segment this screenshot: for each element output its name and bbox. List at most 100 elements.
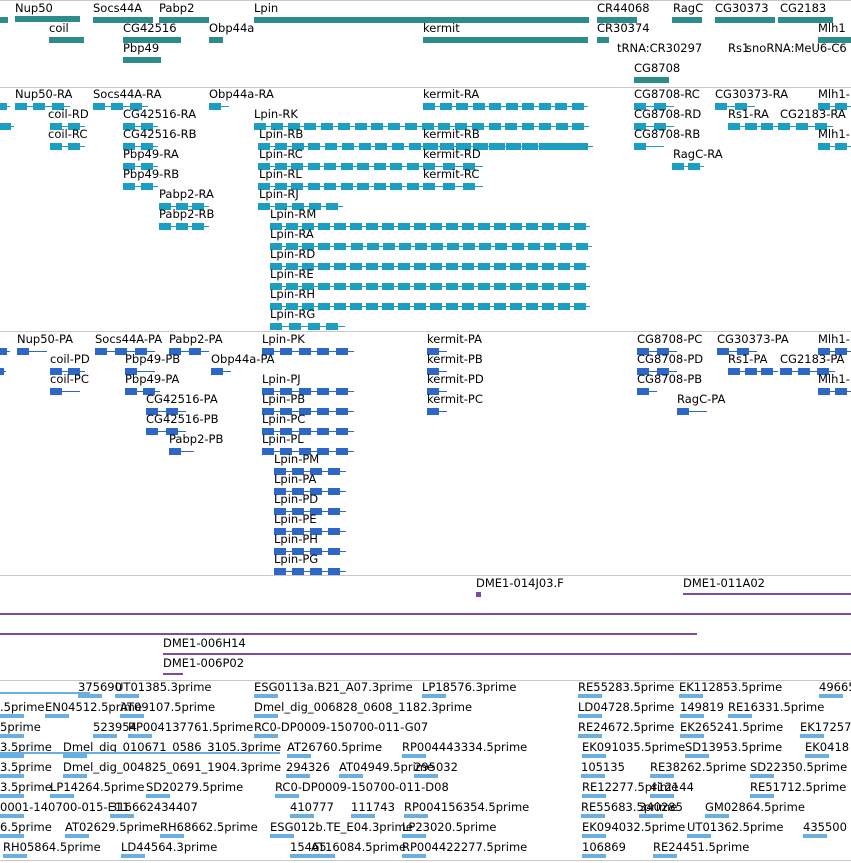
transcript-model-exon[interactable] [414, 283, 426, 290]
transcript-model-exon[interactable] [334, 283, 346, 290]
est-feature[interactable] [128, 734, 152, 738]
transcript-model-exon[interactable] [304, 123, 316, 130]
transcript-model-exon[interactable] [192, 223, 204, 230]
transcript-model-exon[interactable] [350, 303, 362, 310]
est-feature[interactable] [275, 794, 299, 798]
protein-model-exon[interactable] [310, 568, 322, 575]
transcript-model-exon[interactable] [835, 143, 847, 150]
protein-model-exon[interactable] [146, 428, 158, 435]
transcript-model-exon[interactable] [522, 103, 534, 110]
clone-014j03-marker[interactable] [476, 592, 481, 597]
transcript-model-exon[interactable] [398, 303, 410, 310]
protein-model-exon[interactable] [336, 428, 348, 435]
transcript-model-exon[interactable] [446, 303, 458, 310]
transcript-model-exon[interactable] [572, 103, 584, 110]
transcript-model-exon[interactable] [15, 103, 27, 110]
protein-model-exon[interactable] [317, 428, 329, 435]
est-feature[interactable] [339, 774, 363, 778]
est-feature[interactable] [650, 794, 674, 798]
transcript-model-exon[interactable] [526, 303, 538, 310]
protein-model-exon[interactable] [299, 348, 311, 355]
protein-model-exon[interactable] [780, 368, 792, 375]
gene-lpin[interactable] [254, 17, 589, 23]
est-feature[interactable] [414, 774, 438, 778]
transcript-model-exon[interactable] [382, 223, 394, 230]
transcript-model-exon[interactable] [374, 183, 386, 190]
transcript-model-exon[interactable] [478, 263, 490, 270]
transcript-model-exon[interactable] [778, 123, 790, 130]
transcript-model-exon[interactable] [334, 243, 346, 250]
transcript-model-exon[interactable] [350, 283, 362, 290]
clone-long-line-2[interactable] [0, 633, 697, 635]
est-feature[interactable] [639, 814, 663, 818]
transcript-model-exon[interactable] [33, 103, 45, 110]
est-feature[interactable] [402, 754, 426, 758]
transcript-model-exon[interactable] [446, 223, 458, 230]
transcript-model-exon[interactable] [462, 283, 474, 290]
transcript-model-exon[interactable] [398, 223, 410, 230]
protein-model-exon[interactable] [125, 388, 137, 395]
protein-model-exon[interactable] [835, 388, 847, 395]
transcript-model-exon[interactable] [761, 123, 773, 130]
est-feature[interactable] [65, 834, 89, 838]
transcript-model-exon[interactable] [672, 163, 684, 170]
est-feature[interactable] [0, 834, 24, 838]
transcript-model-exon[interactable] [342, 143, 354, 150]
transcript-model-exon[interactable] [495, 243, 507, 250]
transcript-model-exon[interactable] [334, 263, 346, 270]
est-feature[interactable] [578, 714, 602, 718]
protein-model-exon[interactable] [169, 448, 181, 455]
transcript-model-exon[interactable] [818, 143, 830, 150]
transcript-model-exon[interactable] [555, 143, 567, 150]
est-feature[interactable] [45, 714, 69, 718]
est-feature[interactable] [581, 814, 605, 818]
transcript-model-exon[interactable] [574, 303, 586, 310]
est-feature[interactable] [750, 774, 774, 778]
est-feature[interactable] [582, 834, 606, 838]
protein-model-exon[interactable] [317, 348, 329, 355]
transcript-model-exon[interactable] [308, 143, 320, 150]
gene-obp44a[interactable] [209, 37, 223, 43]
est-feature[interactable] [0, 814, 24, 818]
transcript-model-exon[interactable] [334, 303, 346, 310]
transcript-model-exon[interactable] [366, 303, 378, 310]
transcript-model-exon[interactable] [473, 103, 485, 110]
transcript-model-exon[interactable] [423, 103, 435, 110]
transcript-model-exon[interactable] [558, 283, 570, 290]
clone-011a02-line[interactable] [683, 593, 851, 595]
transcript-model-exon[interactable] [505, 123, 517, 130]
gene-cg8708[interactable] [634, 77, 669, 83]
transcript-model-exon[interactable] [355, 123, 367, 130]
transcript-model-exon[interactable] [574, 223, 586, 230]
est-feature[interactable] [679, 694, 703, 698]
transcript-model-exon[interactable] [367, 243, 379, 250]
transcript-model-exon[interactable] [399, 243, 411, 250]
transcript-model-exon[interactable] [522, 123, 534, 130]
transcript-model-exon[interactable] [326, 323, 338, 330]
transcript-model-exon[interactable] [123, 183, 135, 190]
transcript-model-exon[interactable] [111, 103, 123, 110]
est-feature[interactable] [687, 834, 711, 838]
transcript-model-exon[interactable] [447, 243, 459, 250]
transcript-model-exon[interactable] [688, 163, 700, 170]
est-feature[interactable] [3, 854, 27, 858]
est-feature[interactable] [287, 754, 311, 758]
est-feature[interactable] [650, 774, 674, 778]
transcript-model-exon[interactable] [539, 143, 551, 150]
transcript-edge-exon[interactable] [0, 123, 11, 130]
transcript-model-exon[interactable] [542, 223, 554, 230]
transcript-model-exon[interactable] [526, 263, 538, 270]
transcript-model-exon[interactable] [745, 123, 757, 130]
transcript-model-exon[interactable] [542, 283, 554, 290]
transcript-model-exon[interactable] [414, 263, 426, 270]
gene-cr30374[interactable] [597, 37, 609, 43]
protein-model-exon[interactable] [328, 508, 340, 515]
transcript-model-exon[interactable] [289, 323, 301, 330]
transcript-model-exon[interactable] [574, 283, 586, 290]
protein-model-exon[interactable] [274, 568, 286, 575]
transcript-model-exon[interactable] [209, 103, 221, 110]
gene-kermit[interactable] [423, 37, 588, 43]
est-feature[interactable] [0, 714, 24, 718]
gene-pbp49[interactable] [123, 57, 161, 63]
gene-cg30373[interactable] [715, 17, 775, 23]
